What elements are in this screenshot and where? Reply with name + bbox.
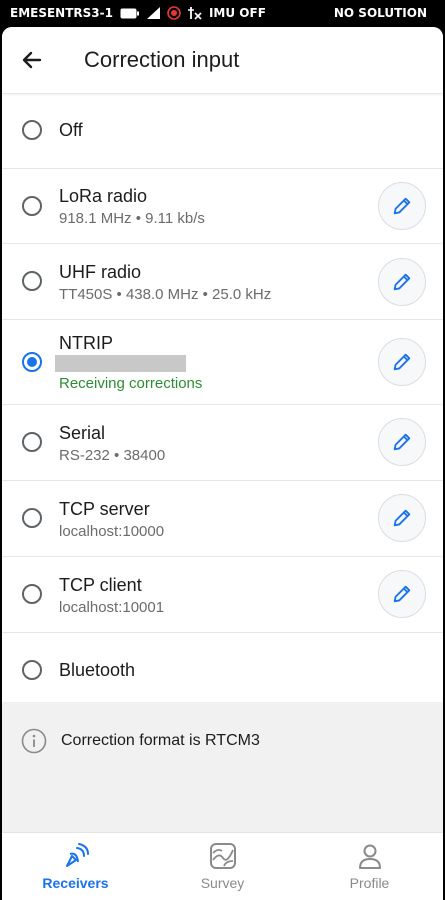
redacted-detail (55, 355, 186, 372)
radio-uhf-radio[interactable] (22, 271, 42, 291)
option-row-uhf-radio[interactable]: UHF radio TT450S • 438.0 MHz • 25.0 kHz (2, 244, 443, 320)
option-label: TCP server (59, 499, 150, 519)
pencil-icon (393, 433, 411, 451)
option-row-bluetooth[interactable]: Bluetooth (2, 633, 443, 707)
imu-off-icon (187, 6, 202, 20)
option-row-tcp-client[interactable]: TCP client localhost:10001 (2, 557, 443, 633)
imu-status: IMU OFF (208, 6, 266, 20)
radio-tcp-server[interactable] (22, 508, 42, 528)
option-detail: RS-232 • 38400 (59, 447, 166, 464)
status-bar: EMESENTRS3-1 IMU OFF NO SOLUTION (0, 0, 445, 27)
option-row-serial[interactable]: Serial RS-232 • 38400 (2, 405, 443, 481)
pencil-icon (393, 197, 411, 215)
pencil-icon (393, 585, 411, 603)
option-row-lora-radio[interactable]: LoRa radio 918.1 MHz • 9.11 kb/s (2, 169, 443, 244)
person-icon (356, 842, 384, 870)
option-detail: TT450S • 438.0 MHz • 25.0 kHz (59, 286, 272, 303)
arrow-back-icon[interactable] (20, 48, 44, 72)
pencil-icon (393, 509, 411, 527)
radio-bluetooth[interactable] (22, 660, 42, 680)
edit-ntrip-button[interactable] (378, 338, 426, 386)
option-label: LoRa radio (59, 186, 148, 206)
pencil-icon (393, 273, 411, 291)
correction-input-screen: Correction input Off LoRa radio 918.1 MH… (2, 27, 443, 900)
ntrip-status: Receiving corrections (59, 375, 203, 392)
option-label: UHF radio (59, 262, 142, 282)
app-bar: Correction input (2, 27, 443, 94)
battery-icon (120, 8, 140, 19)
radio-serial[interactable] (22, 432, 42, 452)
option-detail: localhost:10000 (59, 523, 165, 540)
nav-label: Receivers (42, 875, 109, 891)
option-label: Serial (59, 423, 106, 443)
correction-options-list: Off LoRa radio 918.1 MHz • 9.11 kb/s UHF… (2, 94, 443, 707)
option-row-tcp-server[interactable]: TCP server localhost:10000 (2, 481, 443, 557)
pencil-icon (393, 353, 411, 371)
device-name: EMESENTRS3-1 (10, 6, 113, 20)
info-panel: Correction format is RTCM3 (2, 702, 443, 832)
satellite-dish-icon (62, 842, 90, 870)
option-row-ntrip[interactable]: NTRIP Receiving corrections (2, 320, 443, 405)
map-icon (209, 842, 237, 870)
info-icon (21, 728, 47, 754)
edit-tcp-server-button[interactable] (378, 494, 426, 542)
option-label: Off (59, 120, 83, 140)
radio-off[interactable] (22, 120, 42, 140)
correction-format-text: Correction format is RTCM3 (61, 732, 260, 749)
option-detail: 918.1 MHz • 9.11 kb/s (59, 210, 205, 227)
nav-receivers[interactable]: Receivers (2, 833, 149, 900)
nav-label: Survey (200, 875, 245, 891)
edit-tcp-client-button[interactable] (378, 570, 426, 618)
option-label: TCP client (59, 575, 142, 595)
option-label: NTRIP (59, 333, 113, 353)
signal-icon (146, 7, 160, 19)
page-title: Correction input (84, 47, 240, 72)
nav-survey[interactable]: Survey (149, 833, 296, 900)
nav-profile[interactable]: Profile (296, 833, 443, 900)
radio-lora-radio[interactable] (22, 196, 42, 216)
solution-status: NO SOLUTION (333, 6, 427, 20)
nav-label: Profile (349, 875, 390, 891)
radio-tcp-client[interactable] (22, 584, 42, 604)
bottom-navigation: Receivers Survey Profile (2, 832, 443, 900)
radio-ntrip[interactable] (22, 352, 42, 372)
option-detail: localhost:10001 (59, 599, 165, 616)
option-label: Bluetooth (59, 660, 136, 680)
edit-serial-button[interactable] (378, 418, 426, 466)
edit-lora-radio-button[interactable] (378, 182, 426, 230)
edit-uhf-radio-button[interactable] (378, 258, 426, 306)
option-row-off[interactable]: Off (2, 94, 443, 169)
record-icon (167, 6, 181, 20)
